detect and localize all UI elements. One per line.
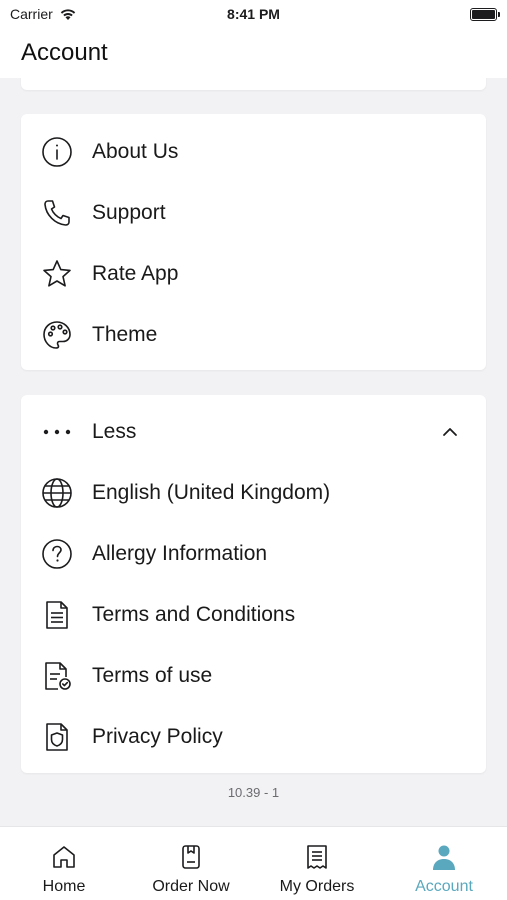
menu-item-label: Privacy Policy xyxy=(92,725,223,748)
carrier-label: Carrier xyxy=(10,6,53,22)
palette-icon xyxy=(41,319,73,351)
tab-account[interactable]: Account xyxy=(402,827,486,900)
battery-icon xyxy=(470,7,500,21)
account-content[interactable]: About Us Support Rate App Theme Less Eng… xyxy=(0,78,507,826)
tab-label: Home xyxy=(42,878,86,895)
tab-order-now[interactable]: Order Now xyxy=(140,827,242,900)
tab-my-orders[interactable]: My Orders xyxy=(272,827,362,900)
tab-label: Order Now xyxy=(152,878,230,895)
tab-home[interactable]: Home xyxy=(22,827,106,900)
menu-item-terms-of-use[interactable]: Terms of use xyxy=(21,651,486,701)
home-icon xyxy=(53,846,75,868)
info-card: About Us Support Rate App Theme xyxy=(21,114,486,370)
page-header: Account xyxy=(0,28,507,78)
question-circle-icon xyxy=(41,538,73,570)
menu-item-theme[interactable]: Theme xyxy=(21,310,486,360)
tab-bar: Home Order Now My Orders Account xyxy=(0,826,507,900)
phone-icon xyxy=(41,197,73,229)
chevron-up-icon xyxy=(443,428,457,436)
status-left: Carrier xyxy=(10,6,77,22)
menu-item-label: English (United Kingdom) xyxy=(92,481,331,504)
previous-card-bottom xyxy=(21,78,486,90)
order-icon xyxy=(182,845,200,869)
more-dots-icon xyxy=(41,416,73,448)
less-label: Less xyxy=(92,420,137,443)
wifi-icon xyxy=(60,9,75,20)
document-list-icon xyxy=(41,599,73,631)
menu-item-about-us[interactable]: About Us xyxy=(21,127,486,177)
person-icon xyxy=(433,845,455,870)
tab-label: My Orders xyxy=(279,878,355,895)
menu-item-label: Terms and Conditions xyxy=(92,603,296,626)
info-icon xyxy=(41,136,73,168)
menu-item-allergy[interactable]: Allergy Information xyxy=(21,529,486,579)
menu-item-label: Rate App xyxy=(92,262,179,285)
tab-label: Account xyxy=(415,878,473,895)
menu-item-rate-app[interactable]: Rate App xyxy=(21,249,486,299)
globe-icon xyxy=(41,477,73,509)
menu-item-label: Theme xyxy=(92,323,158,346)
menu-item-label: Terms of use xyxy=(92,664,213,687)
app-version: 10.39 - 1 xyxy=(227,785,280,800)
menu-item-label: Allergy Information xyxy=(92,542,268,565)
status-bar: Carrier 8:41 PM xyxy=(0,0,507,28)
menu-item-label: Support xyxy=(92,201,166,224)
less-toggle[interactable]: Less xyxy=(21,407,486,457)
menu-item-terms-conditions[interactable]: Terms and Conditions xyxy=(21,590,486,640)
star-icon xyxy=(41,258,73,290)
page-title: Account xyxy=(21,39,108,66)
menu-item-support[interactable]: Support xyxy=(21,188,486,238)
more-card: Less English (United Kingdom) Allergy In… xyxy=(21,395,486,773)
receipt-icon xyxy=(307,845,327,869)
menu-item-privacy-policy[interactable]: Privacy Policy xyxy=(21,712,486,762)
document-check-icon xyxy=(41,660,73,692)
menu-item-language[interactable]: English (United Kingdom) xyxy=(21,468,486,518)
document-shield-icon xyxy=(41,721,73,753)
menu-item-label: About Us xyxy=(92,140,179,163)
